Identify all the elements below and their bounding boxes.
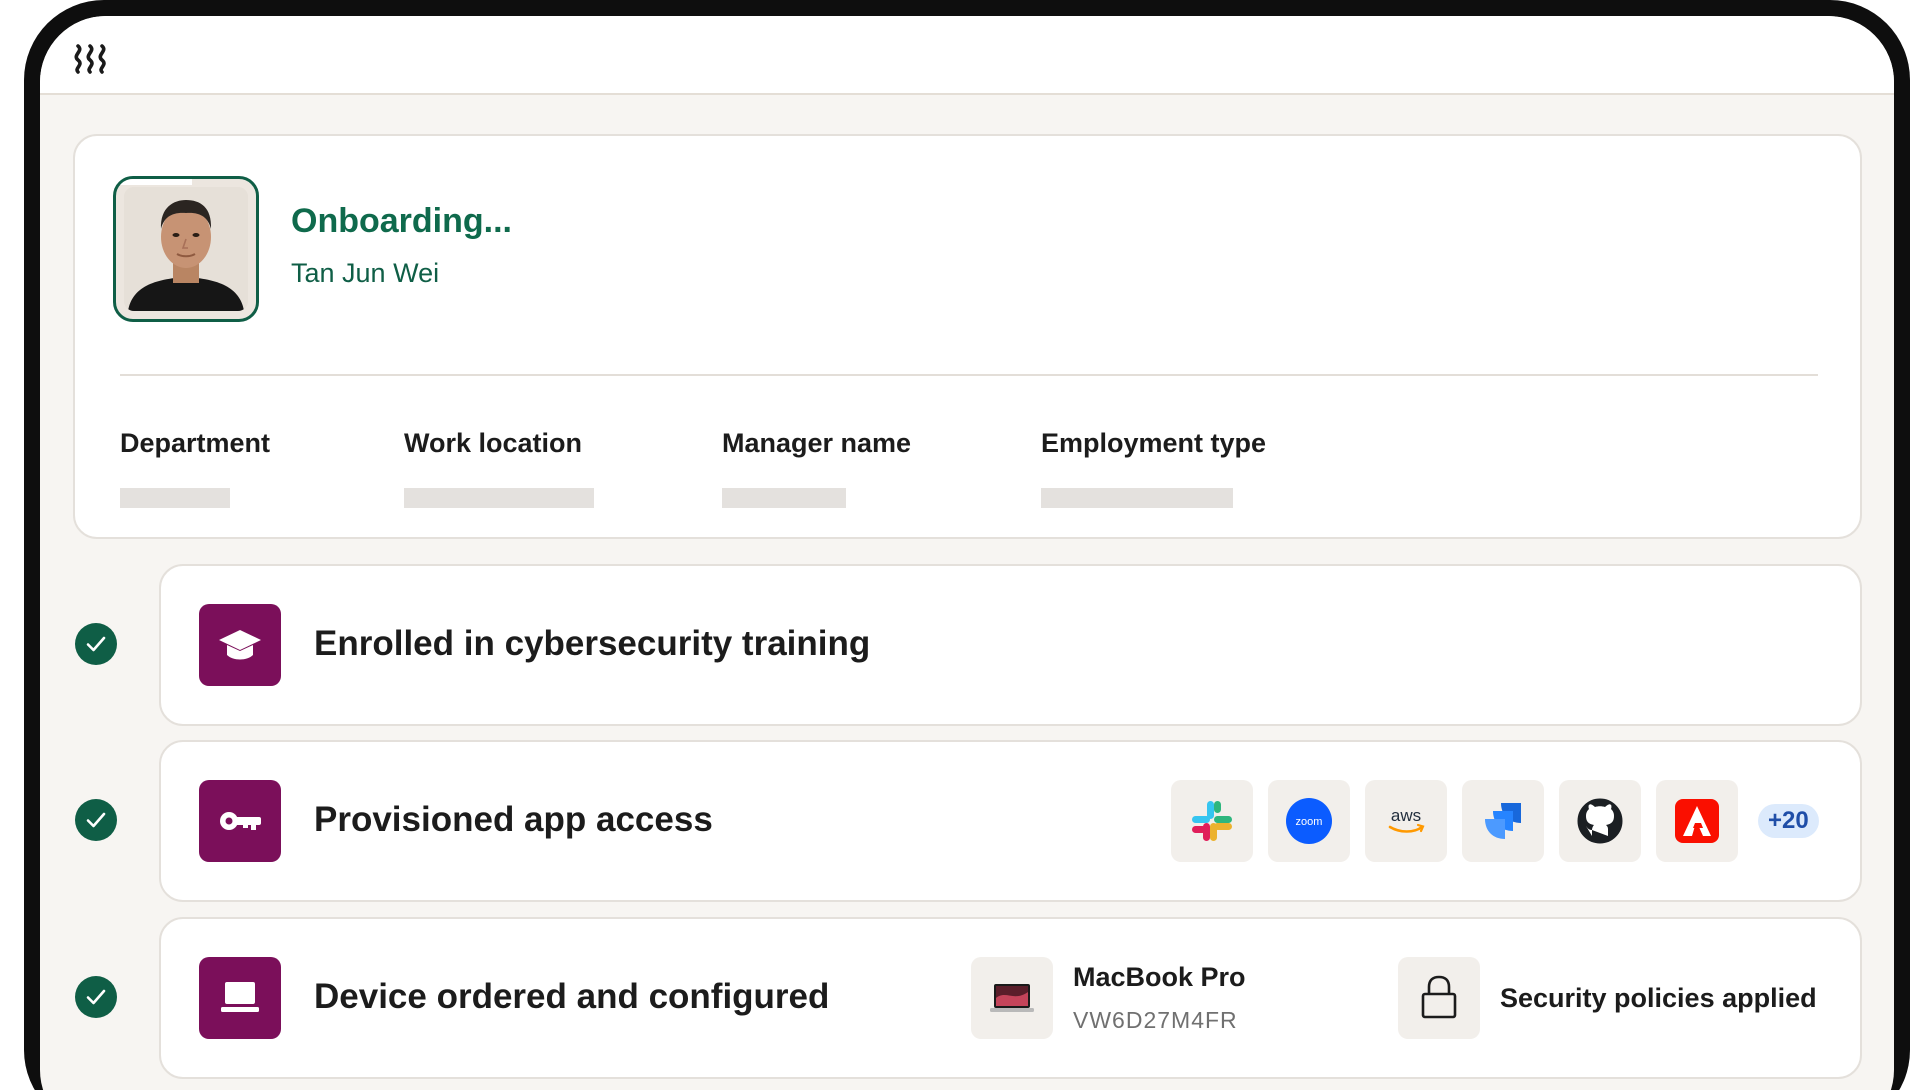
department-label: Department [120,428,271,458]
waves-logo-icon[interactable] [72,42,112,74]
person-photo-icon [124,187,248,311]
more-apps-badge[interactable]: +20 [1758,804,1819,838]
macbook-tile [971,957,1053,1039]
github-icon [1577,798,1623,844]
employment-type-label: Employment type [1041,428,1267,458]
slack-icon [1192,801,1232,841]
work-location-label: Work location [404,428,583,458]
task-card-app-access[interactable]: Provisioned app access zoom aws +20 [159,740,1862,902]
task-title: Provisioned app access [314,800,713,839]
check-icon [75,799,117,841]
zoom-app-tile[interactable]: zoom [1268,780,1350,862]
app-screen: Onboarding... Tan Jun Wei Department Wor… [40,16,1894,1090]
onboarding-status-title: Onboarding... [291,202,512,240]
zoom-icon: zoom [1286,798,1332,844]
security-policies-label: Security policies applied [1500,983,1817,1013]
device-serial: VW6D27M4FR [1073,1007,1238,1033]
slack-app-tile[interactable] [1171,780,1253,862]
graduation-cap-icon [199,604,281,686]
svg-text:zoom: zoom [1296,816,1323,828]
avatar [124,187,248,311]
task-card-training[interactable]: Enrolled in cybersecurity training [159,564,1862,726]
adobe-app-tile[interactable] [1656,780,1738,862]
check-icon [75,623,117,665]
employment-type-value-placeholder [1041,488,1233,508]
svg-text:aws: aws [1391,806,1421,825]
department-value-placeholder [120,488,230,508]
jira-icon [1485,803,1521,839]
avatar-frame [113,176,259,322]
manager-name-value-placeholder [722,488,846,508]
employee-name: Tan Jun Wei [291,258,440,288]
work-location-value-placeholder [404,488,594,508]
divider [120,374,1818,376]
adobe-icon [1675,799,1719,843]
profile-card: Onboarding... Tan Jun Wei Department Wor… [73,134,1862,539]
manager-name-label: Manager name [722,428,912,458]
macbook-icon [990,984,1034,1012]
laptop-icon [199,957,281,1039]
task-title: Enrolled in cybersecurity training [314,624,871,663]
device-frame: Onboarding... Tan Jun Wei Department Wor… [24,0,1910,1090]
task-card-device[interactable]: Device ordered and configured MacBook Pr… [159,917,1862,1079]
aws-icon: aws [1388,806,1425,833]
key-icon [199,780,281,862]
aws-app-tile[interactable]: aws [1365,780,1447,862]
lock-icon [1421,975,1457,1019]
check-icon [75,976,117,1018]
task-title: Device ordered and configured [314,977,830,1016]
lock-tile [1398,957,1480,1039]
jira-app-tile[interactable] [1462,780,1544,862]
top-bar [40,16,1894,95]
device-name: MacBook Pro [1073,962,1246,992]
github-app-tile[interactable] [1559,780,1641,862]
